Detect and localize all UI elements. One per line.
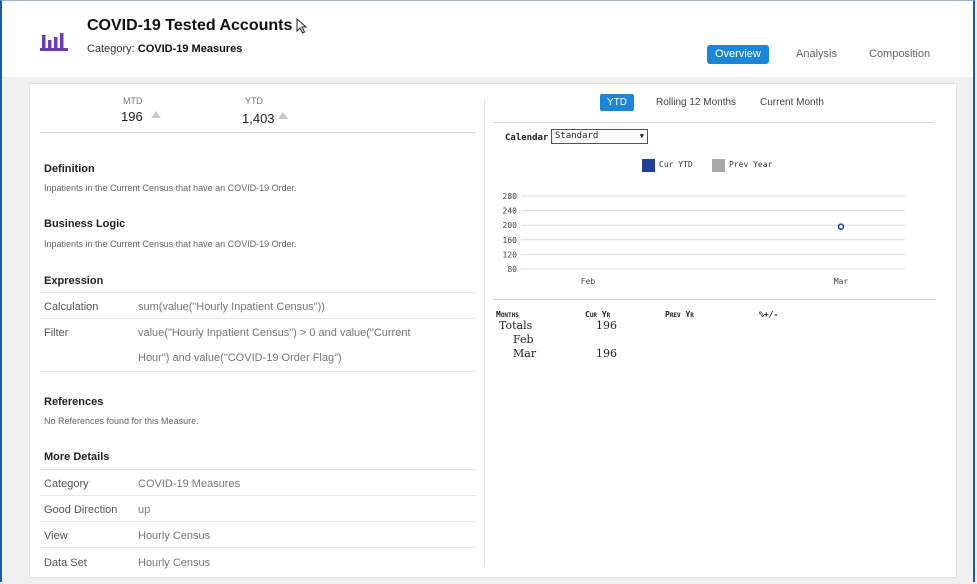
calendar-label: Calendar: [505, 133, 549, 143]
references-text: No References found for this Measure.: [44, 416, 199, 426]
calculation-value: sum(value("Hourly Inpatient Census")): [138, 301, 325, 313]
row-divider: [40, 371, 476, 372]
x-tick-label: Feb: [581, 277, 596, 286]
filter-label: Filter: [44, 327, 69, 339]
row-divider: [40, 318, 476, 319]
filter-value-line1: value("Hourly Inpatient Census") > 0 and…: [138, 327, 411, 339]
ytd-value: 1,403: [242, 111, 275, 126]
nav-overview-button[interactable]: Overview: [707, 45, 769, 64]
filter-value-line2: Hour") and value("COVID-19 Order Flag"): [138, 352, 342, 364]
data-point[interactable]: [837, 223, 845, 230]
detail-value-data-set: Hourly Census: [138, 557, 211, 569]
table-header-prev-yr: Prev Yr: [665, 310, 694, 319]
table-row-totals-cur: 196: [596, 319, 617, 332]
business-logic-text: Inpatients in the Current Census that ha…: [44, 239, 297, 249]
legend-label-cur-ytd: Cur YTD: [659, 160, 693, 169]
row-divider: [40, 547, 476, 548]
mtd-label: MTD: [123, 96, 143, 106]
table-header-pct-change: %+/-: [759, 310, 779, 319]
legend-swatch-cur-ytd: [642, 159, 655, 172]
mouse-cursor-icon: [296, 18, 308, 34]
detail-label-category: Category: [44, 478, 89, 490]
y-tick-label: 160: [503, 236, 518, 245]
detail-label-view: View: [44, 530, 68, 542]
category-label: Category:: [87, 43, 135, 55]
definition-text: Inpatients in the Current Census that ha…: [44, 183, 297, 193]
legend-label-prev-year: Prev Year: [729, 160, 773, 169]
definition-heading: Definition: [44, 163, 95, 175]
references-heading: References: [44, 396, 104, 408]
detail-label-data-set: Data Set: [44, 557, 87, 569]
calendar-select[interactable]: Standard ▼: [551, 129, 648, 144]
nav-composition-button[interactable]: Composition: [861, 45, 938, 64]
trend-up-icon: [278, 112, 288, 119]
y-tick-label: 280: [503, 192, 518, 201]
calculation-label: Calculation: [44, 301, 99, 313]
detail-value-view: Hourly Census: [138, 530, 211, 542]
y-tick-label: 120: [503, 250, 518, 259]
category-subtitle: Category: COVID-19 Measures: [87, 43, 242, 55]
table-header-months: Months: [496, 310, 519, 319]
ytd-label: YTD: [245, 96, 263, 106]
trend-up-icon: [151, 111, 161, 118]
chart-divider: [493, 299, 936, 300]
nav-analysis-button[interactable]: Analysis: [788, 45, 845, 64]
table-row-mar-label: Mar: [513, 347, 537, 360]
tab-current-month[interactable]: Current Month: [753, 94, 831, 111]
row-divider: [40, 495, 476, 496]
bar-chart-icon: [40, 33, 68, 51]
summary-divider: [40, 132, 476, 133]
table-row-feb-label: Feb: [513, 333, 534, 346]
more-details-heading: More Details: [44, 451, 110, 463]
page-title: COVID-19 Tested Accounts: [87, 17, 293, 34]
detail-value-category: COVID-19 Measures: [138, 478, 241, 490]
table-row-mar-cur: 196: [596, 347, 617, 360]
detail-label-good-direction: Good Direction: [44, 504, 118, 516]
detail-value-good-direction: up: [138, 504, 151, 516]
row-divider: [40, 469, 476, 470]
page-header: [2, 1, 973, 77]
mtd-value: 196: [121, 109, 143, 124]
x-tick-label: Mar: [834, 277, 849, 286]
tabs-divider: [493, 122, 934, 123]
y-tick-label: 240: [503, 207, 518, 216]
calendar-selected-value: Standard: [555, 131, 599, 141]
legend-swatch-prev-year: [712, 159, 725, 172]
tab-rolling-12-months[interactable]: Rolling 12 Months: [649, 94, 743, 111]
y-tick-label: 80: [507, 265, 517, 274]
expression-heading: Expression: [44, 275, 104, 287]
table-row-totals-label: Totals: [499, 319, 533, 332]
line-chart: 80 120 160 200 240 280 Feb Mar: [503, 192, 905, 286]
tab-ytd[interactable]: YTD: [600, 94, 634, 111]
y-tick-label: 200: [503, 221, 518, 230]
dropdown-arrow-icon: ▼: [639, 132, 644, 140]
column-divider: [484, 100, 485, 565]
row-divider: [40, 521, 476, 522]
row-divider: [40, 292, 476, 293]
business-logic-heading: Business Logic: [44, 218, 126, 230]
table-header-cur-yr: Cur Yr: [585, 310, 611, 319]
category-value: COVID-19 Measures: [137, 43, 243, 55]
